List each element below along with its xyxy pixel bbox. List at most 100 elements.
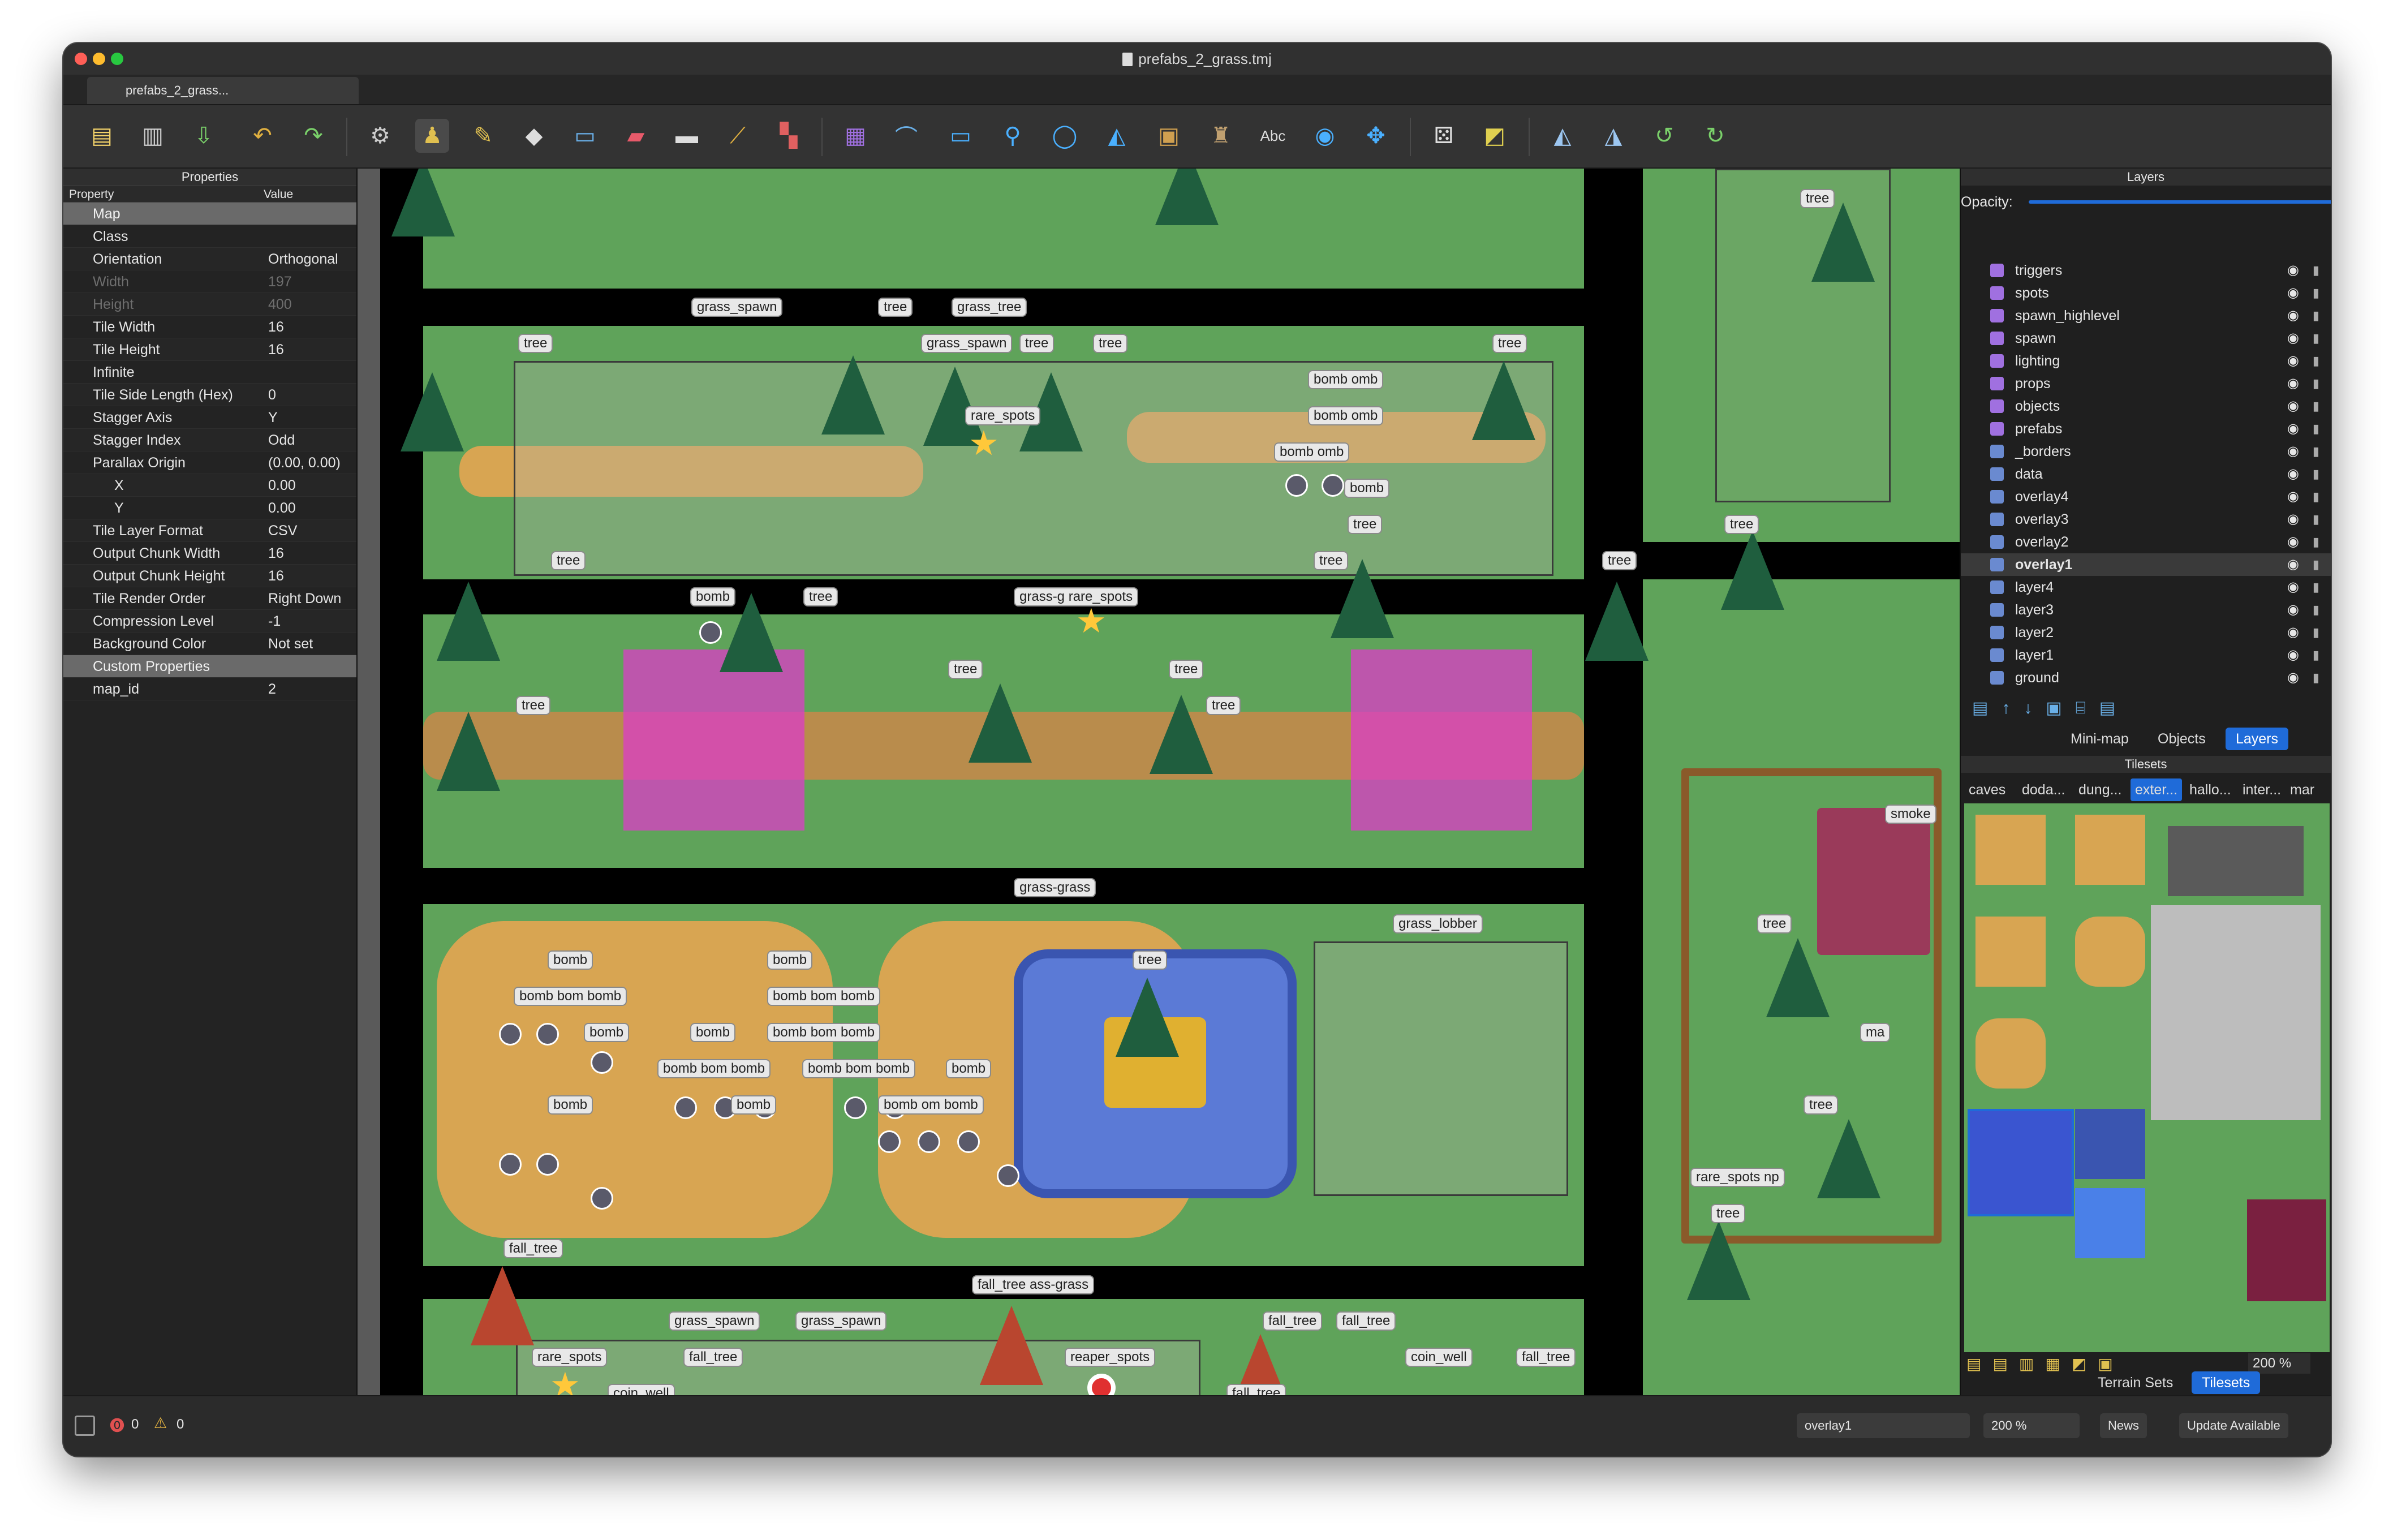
tile[interactable] (2168, 826, 2304, 896)
insert-ellipse-icon[interactable]: ◯ (1048, 119, 1082, 153)
rotate-right-icon[interactable]: ↻ (1698, 119, 1732, 153)
visibility-eye-icon[interactable]: ◉ (2287, 531, 2299, 553)
object-label[interactable]: rare_spots (965, 406, 1041, 425)
object-label[interactable]: tree (1314, 551, 1349, 570)
tab-objects[interactable]: Objects (2147, 728, 2216, 750)
object-label[interactable]: fall_tree (1263, 1311, 1323, 1331)
object-label[interactable]: grass_lobber (1393, 914, 1483, 934)
tileset-tab[interactable]: hallo... (2185, 778, 2236, 801)
object-label[interactable]: ma (1860, 1023, 1891, 1042)
object-label[interactable]: grass_spawn (691, 298, 783, 317)
new-file-icon[interactable]: ▤ (85, 119, 119, 153)
layer-row[interactable]: _borders ◉ ▮ (1961, 440, 2331, 463)
object-label[interactable]: tree (551, 551, 586, 570)
undo-icon[interactable]: ↶ (246, 119, 279, 153)
layer-row[interactable]: ground ◉ ▮ (1961, 666, 2331, 689)
panel-splitter[interactable] (358, 169, 380, 1395)
object-label[interactable]: bomb (548, 1095, 593, 1115)
tileset-tab[interactable]: mar (2286, 778, 2319, 801)
object-label[interactable]: rare_spots (532, 1348, 608, 1367)
property-row[interactable]: Stagger Index Odd (63, 429, 356, 451)
lock-icon[interactable]: ▮ (2313, 576, 2319, 599)
tile[interactable] (1975, 1018, 2046, 1089)
shape-fill-icon[interactable]: ▭ (568, 119, 602, 153)
property-row[interactable]: Class (63, 225, 356, 248)
object-label[interactable]: bomb (690, 587, 736, 606)
visibility-eye-icon[interactable]: ◉ (2287, 508, 2299, 531)
property-value[interactable]: -1 (268, 610, 281, 633)
layer-row[interactable]: overlay4 ◉ ▮ (1961, 485, 2331, 508)
object-label[interactable]: tree (516, 696, 551, 715)
property-row[interactable]: Stagger Axis Y (63, 406, 356, 429)
lock-icon[interactable]: ▮ (2313, 259, 2319, 282)
property-row[interactable]: Width 197 (63, 270, 356, 293)
error-icon[interactable]: ⓿ (110, 1414, 124, 1435)
property-value[interactable]: 400 (268, 293, 292, 316)
update-available-button[interactable]: Update Available (2179, 1413, 2288, 1438)
object-label[interactable]: tree (1206, 696, 1241, 715)
property-row[interactable]: Tile Height 16 (63, 338, 356, 361)
property-value[interactable]: Not set (268, 633, 313, 655)
layer-row[interactable]: spawn ◉ ▮ (1961, 327, 2331, 350)
object-label[interactable]: fall_tree (1226, 1384, 1286, 1395)
lock-icon[interactable]: ▮ (2313, 350, 2319, 372)
tileset-tab-active[interactable]: exter... (2131, 778, 2183, 801)
tileset-tab[interactable]: doda... (2017, 778, 2069, 801)
insert-template-icon[interactable]: ♜ (1204, 119, 1238, 153)
property-value[interactable]: Odd (268, 429, 295, 451)
object-label[interactable]: reaper_spots (1065, 1348, 1156, 1367)
insert-point-icon[interactable]: ⚲ (996, 119, 1030, 153)
property-row[interactable]: Y 0.00 (63, 497, 356, 519)
visibility-eye-icon[interactable]: ◉ (2287, 282, 2299, 304)
property-value[interactable]: (0.00, 0.00) (268, 451, 341, 474)
visibility-eye-icon[interactable]: ◉ (2287, 553, 2299, 576)
layer-row[interactable]: spawn_highlevel ◉ ▮ (1961, 304, 2331, 327)
property-row[interactable]: Parallax Origin (0.00, 0.00) (63, 451, 356, 474)
visibility-eye-icon[interactable]: ◉ (2287, 599, 2299, 621)
object-label[interactable]: bomb bom bomb (657, 1059, 771, 1078)
object-label[interactable]: grass-grass (1014, 878, 1096, 897)
magic-wand-icon[interactable]: ⟋ (721, 119, 755, 153)
terrain-brush-icon[interactable]: ✎ (466, 119, 500, 153)
minimize-window-button[interactable] (93, 53, 105, 65)
object-label[interactable]: fall_tree (683, 1348, 743, 1367)
tileset-tab[interactable]: inter... (2238, 778, 2286, 801)
object-label[interactable]: tree (878, 298, 913, 317)
layer-row[interactable]: triggers ◉ ▮ (1961, 259, 2331, 282)
tileset-zoom[interactable]: 200 % (2248, 1353, 2310, 1374)
object-label[interactable]: tree (1711, 1204, 1746, 1223)
object-label[interactable]: grass_tree (952, 298, 1027, 317)
lock-icon[interactable]: ▮ (2313, 485, 2319, 508)
tile[interactable] (1975, 815, 2046, 885)
move-world-icon[interactable]: ✥ (1359, 119, 1393, 153)
layer-row[interactable]: layer4 ◉ ▮ (1961, 576, 2331, 599)
object-label[interactable]: rare_spots np (1690, 1168, 1785, 1187)
property-group-row[interactable]: Map (63, 203, 356, 225)
object-label[interactable]: bomb (731, 1095, 777, 1115)
stamp-brush-icon[interactable]: ♟ (415, 119, 449, 153)
lock-icon[interactable]: ▮ (2313, 463, 2319, 485)
lock-icon[interactable]: ▮ (2313, 531, 2319, 553)
tileset-tab[interactable]: caves (1964, 778, 2010, 801)
object-label[interactable]: bomb bom bomb (767, 987, 881, 1006)
visibility-eye-icon[interactable]: ◉ (2287, 350, 2299, 372)
selected-tile[interactable] (1968, 1109, 2074, 1216)
object-label[interactable]: tree (948, 660, 983, 679)
object-label[interactable]: bomb omb (1308, 406, 1384, 425)
visibility-eye-icon[interactable]: ◉ (2287, 440, 2299, 463)
tab-mini-map[interactable]: Mini-map (2060, 728, 2139, 750)
tile[interactable] (1975, 917, 2046, 987)
layer-row[interactable]: layer3 ◉ ▮ (1961, 599, 2331, 621)
object-label[interactable]: tree (1133, 950, 1168, 970)
object-label[interactable]: bomb (548, 950, 593, 970)
lock-icon[interactable]: ▮ (2313, 621, 2319, 644)
lock-icon[interactable]: ▮ (2313, 553, 2319, 576)
property-value[interactable]: 0 (268, 384, 276, 406)
object-label[interactable]: bomb (584, 1023, 630, 1042)
world-tool-icon[interactable]: ◉ (1308, 119, 1342, 153)
object-label[interactable]: fall_tree (1516, 1348, 1576, 1367)
zoom-select[interactable]: 200 % (1983, 1413, 2080, 1438)
visibility-eye-icon[interactable]: ◉ (2287, 372, 2299, 395)
lock-icon[interactable]: ▮ (2313, 282, 2319, 304)
object-label[interactable]: bomb bom bomb (514, 987, 627, 1006)
